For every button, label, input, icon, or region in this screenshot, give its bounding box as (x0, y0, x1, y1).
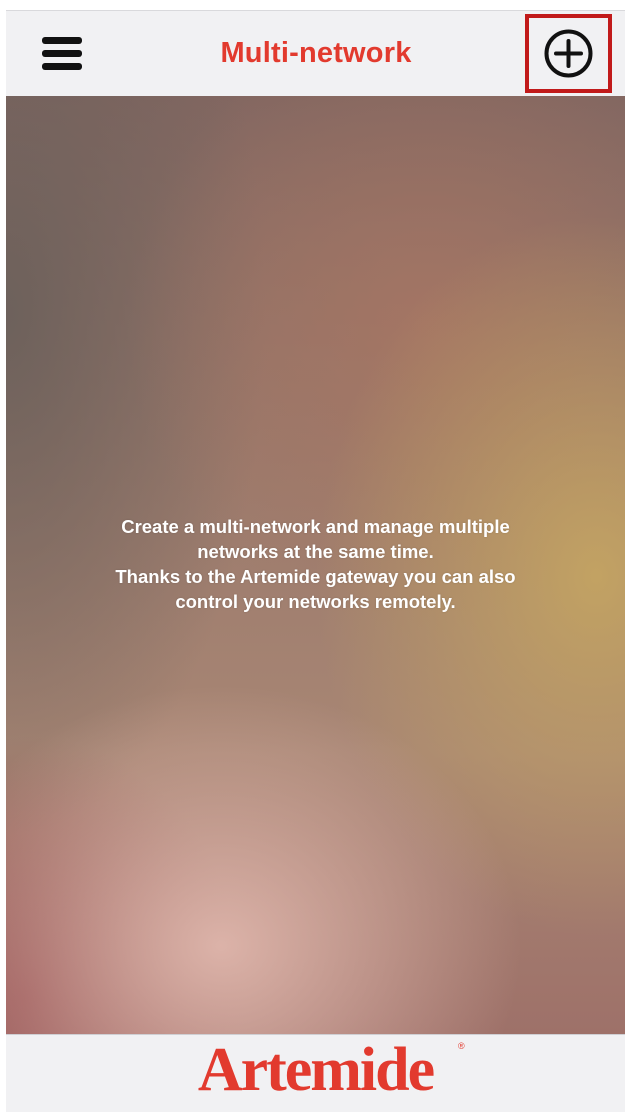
message-line: Create a multi-network and manage multip… (121, 516, 510, 537)
add-network-button[interactable] (525, 14, 612, 93)
menu-line (42, 50, 82, 57)
registered-mark: ® (458, 1041, 465, 1051)
main-content: Create a multi-network and manage multip… (6, 96, 625, 1034)
message-line: Thanks to the Artemide gateway you can a… (115, 566, 516, 587)
footer-bar: Artemide ® (6, 1034, 625, 1112)
top-app-bar: Multi-network (6, 10, 625, 96)
message-line: networks at the same time. (197, 541, 434, 562)
menu-line (42, 63, 82, 70)
empty-state-message: Create a multi-network and manage multip… (26, 514, 605, 614)
message-line: control your networks remotely. (175, 591, 456, 612)
artemide-logo: Artemide (197, 1036, 435, 1104)
page-title: Multi-network (220, 37, 412, 69)
plus-circle-icon (544, 29, 593, 78)
hamburger-menu-icon[interactable] (40, 33, 86, 73)
status-bar-area (0, 0, 625, 10)
menu-line (42, 37, 82, 44)
